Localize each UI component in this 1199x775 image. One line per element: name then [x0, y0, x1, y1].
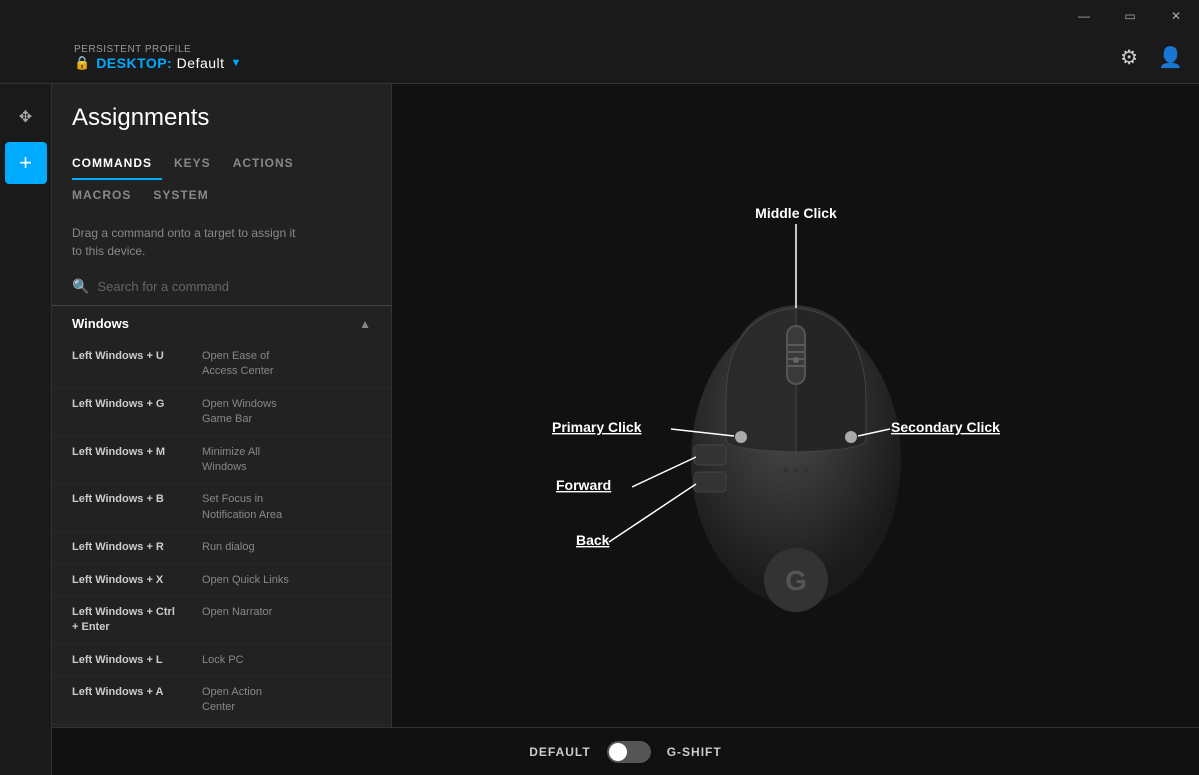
cmd-item[interactable]: Left Windows + Ctrl+ Enter Open Narrator — [52, 597, 391, 645]
lock-icon: 🔒 — [74, 55, 90, 71]
cmd-item[interactable]: Left Windows + X Open Quick Links — [52, 565, 391, 597]
tab-keys[interactable]: KEYS — [174, 148, 221, 180]
minimize-button[interactable]: — — [1061, 0, 1107, 32]
label-forward: Forward — [556, 477, 611, 493]
close-button[interactable]: ✕ — [1153, 0, 1199, 32]
cmd-item[interactable]: Left Windows + B Set Focus inNotificatio… — [52, 484, 391, 532]
add-icon-button[interactable]: + — [5, 142, 47, 184]
side-navigation: ✥ + — [0, 84, 52, 775]
panel-title: Assignments — [72, 104, 371, 132]
panel-header: Assignments COMMANDS KEYS ACTIONS MACROS… — [52, 84, 391, 212]
tab-macros[interactable]: MACROS — [72, 180, 141, 212]
persistent-profile-label: PERSISTENT PROFILE — [74, 44, 241, 55]
profile-desktop-label: DESKTOP: Default — [96, 55, 224, 71]
main-layout: ✥ + Assignments COMMANDS KEYS ACTIONS MA… — [0, 84, 1199, 775]
mouse-svg: G Middle Click Primary Click Secondary C… — [446, 150, 1146, 710]
mouse-visualization-area: G Middle Click Primary Click Secondary C… — [392, 84, 1199, 775]
profile-name-value: Default — [177, 55, 225, 71]
commands-list: Windows ▲ Left Windows + U Open Ease ofA… — [52, 306, 391, 775]
label-middle-click: Middle Click — [755, 205, 837, 221]
topbar-actions: ⚙ 👤 — [1120, 45, 1183, 70]
default-label: DEFAULT — [529, 745, 590, 759]
search-wrap: 🔍 — [52, 272, 391, 306]
gshift-label: G-SHIFT — [667, 745, 722, 759]
profile-row: 🔒 DESKTOP: Default ▼ — [74, 55, 241, 71]
assignments-panel: Assignments COMMANDS KEYS ACTIONS MACROS… — [52, 84, 392, 775]
windows-section-title: Windows — [72, 316, 129, 331]
section-collapse-icon: ▲ — [359, 317, 371, 331]
tabs-row-1: COMMANDS KEYS ACTIONS — [72, 148, 371, 180]
label-primary-click: Primary Click — [552, 419, 642, 435]
tab-actions[interactable]: ACTIONS — [233, 148, 304, 180]
profile-dropdown-icon[interactable]: ▼ — [231, 57, 242, 69]
cmd-item[interactable]: Left Windows + U Open Ease ofAccess Cent… — [52, 341, 391, 389]
account-icon[interactable]: 👤 — [1158, 45, 1183, 70]
cmd-item[interactable]: Left Windows + M Minimize AllWindows — [52, 437, 391, 485]
bottom-bar: DEFAULT G-SHIFT — [52, 727, 1199, 775]
settings-icon[interactable]: ⚙ — [1120, 45, 1138, 70]
cmd-item[interactable]: Left Windows + R Run dialog — [52, 532, 391, 564]
cmd-item[interactable]: Left Windows + G Open WindowsGame Bar — [52, 389, 391, 437]
nav-icon-button[interactable]: ✥ — [5, 96, 47, 138]
titlebar: — ▭ ✕ — [0, 0, 1199, 32]
toggle-thumb — [609, 743, 627, 761]
cmd-item[interactable]: Left Windows + L Lock PC — [52, 645, 391, 677]
cmd-item[interactable]: Left Windows + A Open ActionCenter — [52, 677, 391, 725]
mode-toggle[interactable] — [607, 741, 651, 763]
label-secondary-click: Secondary Click — [891, 419, 1000, 435]
restore-button[interactable]: ▭ — [1107, 0, 1153, 32]
windows-section-header[interactable]: Windows ▲ — [52, 306, 391, 341]
topbar: ← PERSISTENT PROFILE 🔒 DESKTOP: Default … — [0, 32, 1199, 84]
search-icon: 🔍 — [72, 278, 89, 295]
tab-system[interactable]: SYSTEM — [153, 180, 218, 212]
tab-commands[interactable]: COMMANDS — [72, 148, 162, 180]
tabs-row-2: MACROS SYSTEM — [72, 180, 371, 212]
drag-hint: Drag a command onto a target to assign i… — [52, 212, 391, 272]
label-back: Back — [576, 532, 610, 548]
svg-text:G: G — [785, 565, 807, 596]
search-input[interactable] — [97, 279, 371, 294]
